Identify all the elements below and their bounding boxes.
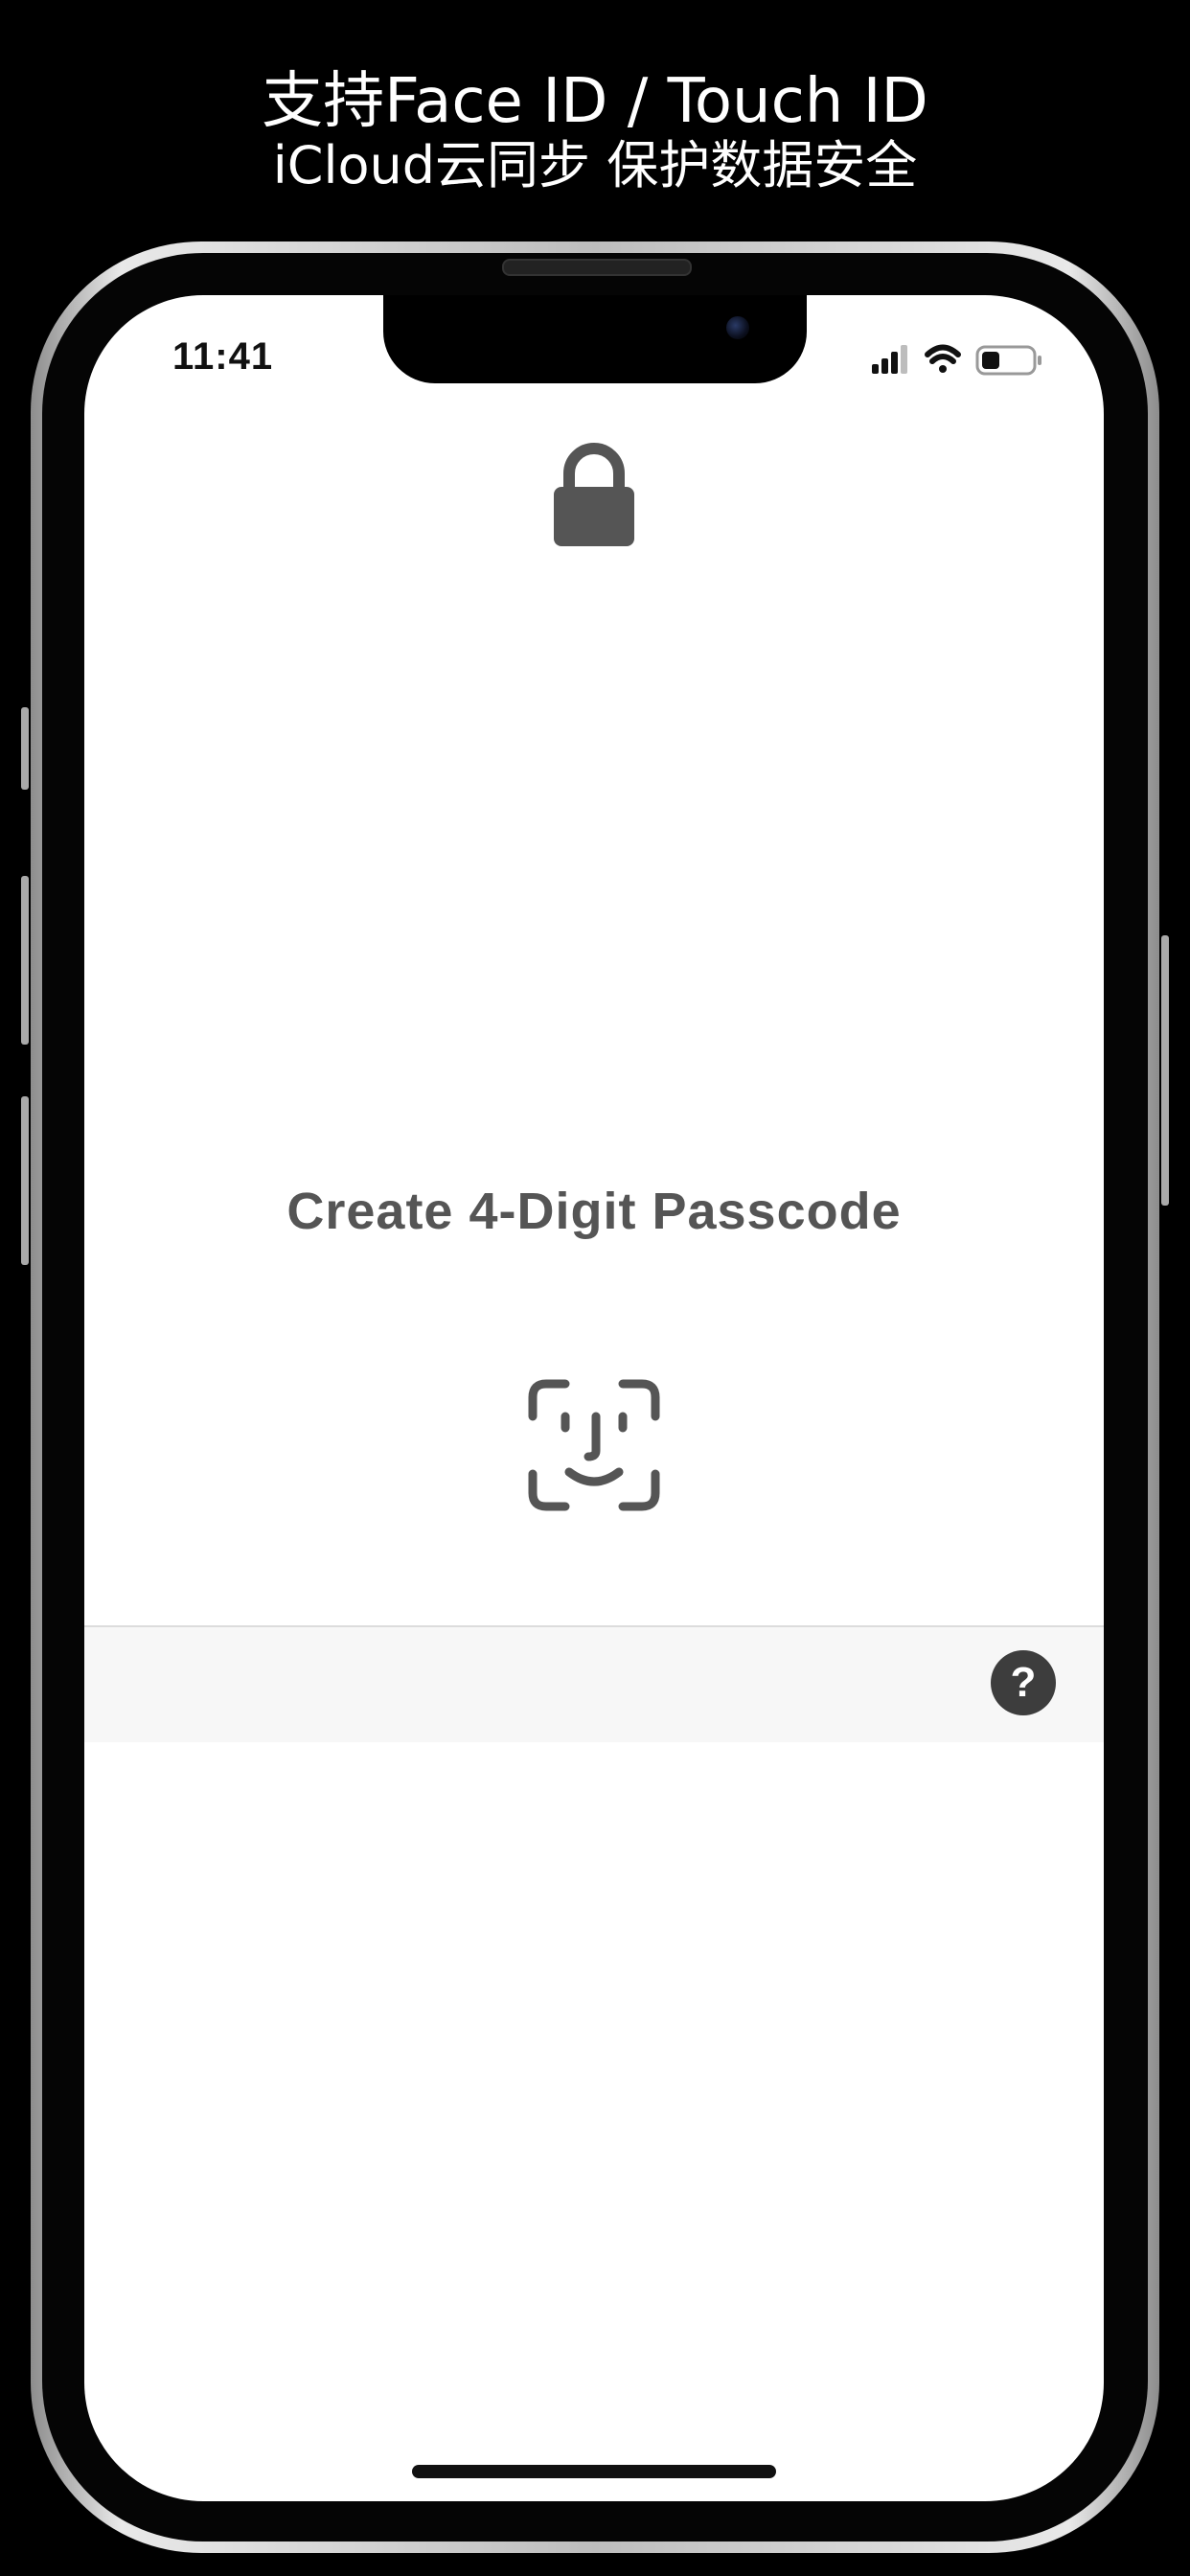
help-button[interactable]: ? [991, 1650, 1056, 1715]
passcode-title: Create 4-Digit Passcode [286, 1183, 902, 1240]
phone-screen: 11:41 Create 4-Digit Passcode ? [84, 295, 1104, 2501]
face-id-icon[interactable] [527, 1378, 661, 1512]
earpiece-speaker [502, 259, 692, 276]
action-button [21, 707, 29, 790]
promo-caption-subtitle: iCloud云同步 保护数据安全 [272, 135, 918, 196]
volume-up-button [21, 876, 29, 1045]
power-button [1161, 935, 1169, 1206]
status-time: 11:41 [172, 335, 274, 378]
wifi-icon [925, 344, 961, 373]
volume-down-button [21, 1096, 29, 1265]
promo-caption-title: 支持Face ID / Touch ID [262, 66, 928, 137]
battery-icon [975, 345, 1041, 376]
front-camera [726, 316, 749, 339]
cellular-signal-icon [872, 345, 907, 374]
home-indicator[interactable] [412, 2465, 776, 2478]
notch [383, 295, 807, 383]
lock-icon [554, 443, 634, 546]
keyboard-toolbar [84, 1625, 1104, 1742]
status-icons [872, 344, 1041, 376]
